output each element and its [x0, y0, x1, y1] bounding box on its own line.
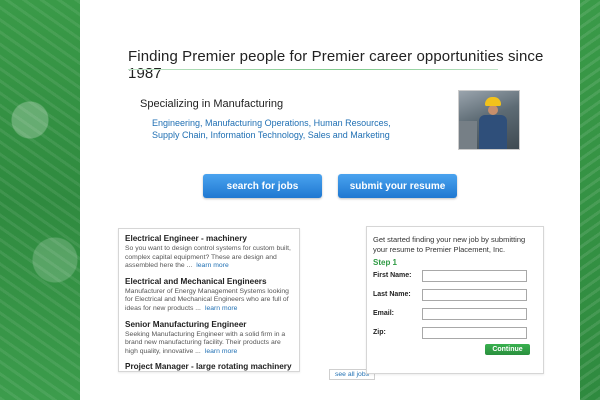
last-name-input[interactable]	[422, 289, 527, 301]
search-jobs-button[interactable]: search for jobs	[203, 174, 322, 198]
specialty-title: Specializing in Manufacturing	[140, 98, 284, 110]
job-title[interactable]: Electrical and Mechanical Engineers	[125, 277, 293, 286]
content-panel: Finding Premier people for Premier caree…	[80, 0, 580, 400]
job-title[interactable]: Project Manager - large rotating machine…	[125, 362, 293, 371]
photo-worker-face	[488, 105, 498, 115]
learn-more-link[interactable]: learn more	[196, 262, 229, 269]
job-description: So you want to design control systems fo…	[125, 245, 291, 270]
job-listings: Electrical Engineer - machinery So you w…	[118, 228, 300, 372]
continue-button[interactable]: Continue	[485, 344, 530, 355]
email-input[interactable]	[422, 308, 527, 320]
specialty-fields-line-2: Supply Chain, Information Technology, Sa…	[152, 130, 390, 140]
job-listing: Electrical and Mechanical Engineers Manu…	[125, 277, 293, 314]
headline-divider	[128, 69, 498, 70]
job-description: Manufacturer of Energy Management System…	[125, 287, 289, 312]
first-name-label: First Name:	[373, 272, 412, 279]
zip-input[interactable]	[422, 327, 527, 339]
form-intro: Get started finding your new job by subm…	[373, 235, 526, 254]
first-name-input[interactable]	[422, 270, 527, 282]
job-listing: Senior Manufacturing Engineer Seeking Ma…	[125, 320, 293, 357]
job-title[interactable]: Electrical Engineer - machinery	[125, 234, 293, 243]
last-name-label: Last Name:	[373, 291, 411, 298]
background-right-machinery	[580, 0, 600, 400]
submit-resume-button[interactable]: submit your resume	[338, 174, 457, 198]
photo-machine	[459, 121, 477, 149]
specialty-fields: Engineering, Manufacturing Operations, H…	[152, 117, 452, 141]
job-title[interactable]: Senior Manufacturing Engineer	[125, 320, 293, 329]
form-step-label: Step 1	[373, 258, 398, 267]
email-label: Email:	[373, 310, 395, 317]
specialty-fields-line-1: Engineering, Manufacturing Operations, H…	[152, 118, 391, 128]
worker-photo	[458, 90, 520, 150]
page-headline: Finding Premier people for Premier caree…	[128, 48, 544, 82]
resume-signup-form: Get started finding your new job by subm…	[366, 226, 544, 374]
job-listing: Electrical Engineer - machinery So you w…	[125, 234, 293, 271]
job-description: Seeking Manufacturing Engineer with a so…	[125, 330, 286, 355]
learn-more-link[interactable]: learn more	[205, 348, 238, 355]
zip-label: Zip:	[373, 329, 386, 336]
background-left-machinery	[0, 0, 80, 400]
job-listing: Project Manager - large rotating machine…	[125, 362, 293, 371]
photo-worker-body	[479, 115, 507, 149]
learn-more-link[interactable]: learn more	[205, 305, 238, 312]
photo-hardhat	[485, 97, 501, 106]
